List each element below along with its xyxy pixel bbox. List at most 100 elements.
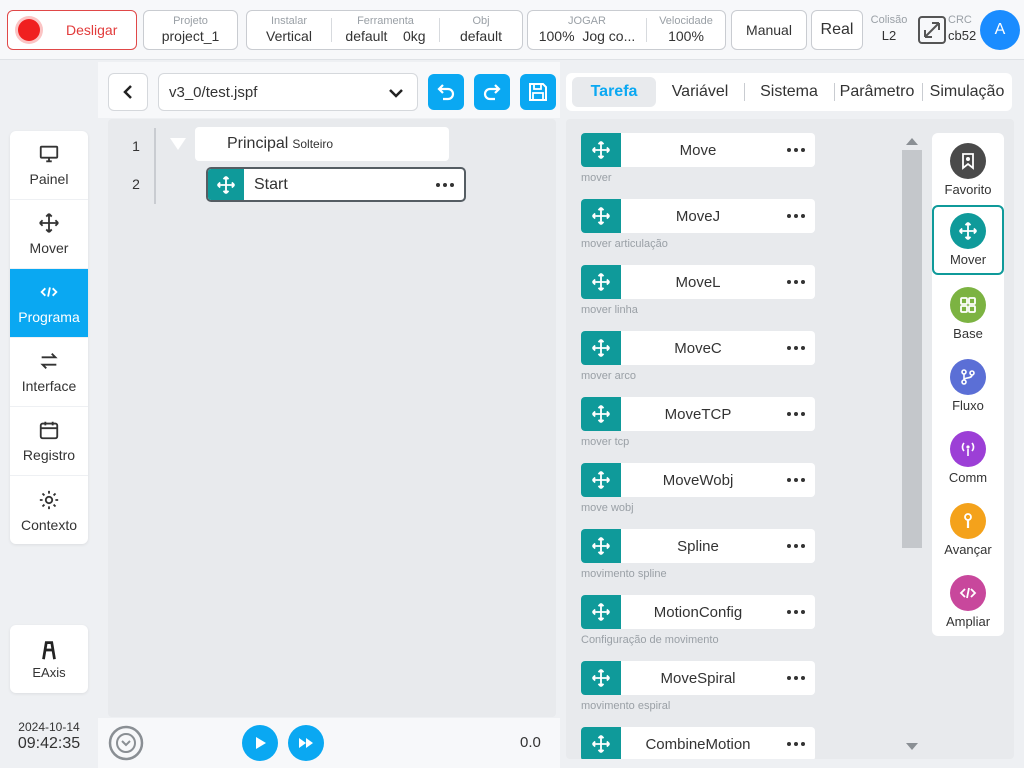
command-name: MoveTCP (664, 405, 732, 423)
gutter-divider (154, 128, 156, 204)
more-options-icon[interactable] (787, 544, 805, 548)
undo-icon (437, 84, 455, 101)
category-label: Fluxo (952, 398, 984, 413)
command-item[interactable]: MoveSpiral movimento espiral (581, 661, 815, 714)
fullscreen-icon[interactable] (917, 15, 947, 45)
antenna-icon (950, 431, 986, 467)
workobject-selector[interactable]: Obj default (440, 11, 522, 49)
undo-button[interactable] (428, 74, 464, 110)
more-options-icon[interactable] (787, 280, 805, 284)
back-button[interactable] (108, 73, 148, 111)
program-file-select[interactable]: v3_0/test.jspf (158, 73, 418, 111)
command-name: MoveSpiral (660, 669, 736, 687)
workobject-label: Obj (472, 15, 490, 27)
tab-tarefa[interactable]: Tarefa (572, 77, 656, 107)
project-selector[interactable]: Projeto project_1 (143, 10, 238, 50)
command-item[interactable]: Move mover (581, 133, 815, 186)
command-item[interactable]: MoveWobj move wobj (581, 463, 815, 516)
manual-mode-button[interactable]: Manual (731, 10, 807, 50)
command-description: move wobj (581, 502, 634, 514)
command-item[interactable]: MoveJ mover articulação (581, 199, 815, 252)
save-button[interactable] (520, 74, 556, 110)
tab-parametro[interactable]: Parâmetro (838, 77, 916, 107)
tree-node-sublabel: Solteiro (292, 137, 334, 151)
command-name: CombineMotion (645, 735, 751, 753)
install-selector[interactable]: Instalar Vertical (247, 11, 331, 49)
bookmark-icon (950, 143, 986, 179)
nav-item-programa[interactable]: Programa (10, 269, 88, 338)
command-description: mover arco (581, 370, 637, 382)
command-item[interactable]: CombineMotion (581, 727, 815, 759)
wrench-icon (950, 503, 986, 539)
more-options-icon[interactable] (787, 412, 805, 416)
tree-node-principal[interactable]: Principal Solteiro (195, 127, 449, 161)
category-mover[interactable]: Mover (932, 205, 1004, 275)
more-options-icon[interactable] (436, 182, 454, 187)
editor-footer (98, 718, 560, 768)
command-item[interactable]: Spline movimento spline (581, 529, 815, 582)
category-base[interactable]: Base (932, 279, 1004, 349)
category-comm[interactable]: Comm (932, 423, 1004, 493)
more-options-icon[interactable] (787, 346, 805, 350)
command-item[interactable]: MoveL mover linha (581, 265, 815, 318)
crc-info: CRC cb52 (948, 14, 982, 43)
command-name: MoveL (675, 273, 721, 291)
scroll-up-icon[interactable] (902, 134, 922, 148)
category-label: Base (953, 326, 983, 341)
move-icon (208, 169, 244, 200)
category-fluxo[interactable]: Fluxo (932, 351, 1004, 421)
more-options-icon[interactable] (787, 478, 805, 482)
nav-item-mover[interactable]: Mover (10, 200, 88, 269)
installation-group: Instalar Vertical Ferramenta default 0kg… (246, 10, 523, 50)
tab-simulacao[interactable]: Simulação (926, 77, 1008, 107)
nav-item-contexto[interactable]: Contexto (10, 476, 88, 544)
collapse-triangle-icon[interactable] (170, 138, 186, 150)
more-options-icon[interactable] (787, 610, 805, 614)
tool-selector[interactable]: Ferramenta default 0kg (332, 11, 439, 49)
nav-item-painel[interactable]: Painel (10, 131, 88, 200)
power-off-button[interactable]: Desligar (7, 10, 137, 50)
category-favorito[interactable]: Favorito (932, 135, 1004, 205)
command-name: Spline (677, 537, 719, 555)
tool-load: 0kg (403, 28, 426, 44)
nav-item-registro[interactable]: Registro (10, 407, 88, 476)
fast-forward-button[interactable] (288, 725, 324, 761)
eaxis-button[interactable]: EAxis (10, 625, 88, 693)
redo-button[interactable] (474, 74, 510, 110)
run-speed-readout: 0.0 (520, 734, 541, 751)
scroll-thumb[interactable] (902, 150, 922, 548)
command-item[interactable]: MotionConfig Configuração de movimento (581, 595, 815, 648)
play-button[interactable] (242, 725, 278, 761)
nav-item-interface[interactable]: Interface (10, 338, 88, 407)
more-options-icon[interactable] (787, 676, 805, 680)
command-item[interactable]: MoveTCP mover tcp (581, 397, 815, 450)
more-options-icon[interactable] (787, 148, 805, 152)
category-ampliar[interactable]: Ampliar (932, 567, 1004, 637)
collision-value: L2 (881, 28, 897, 43)
crc-label: CRC (948, 14, 972, 26)
main-navigation: Painel Mover Programa Interface Registro… (10, 131, 88, 544)
command-scrollbar[interactable] (902, 134, 922, 754)
user-avatar[interactable]: A (980, 10, 1020, 50)
command-item[interactable]: MoveC mover arco (581, 331, 815, 384)
command-name: MoveC (674, 339, 722, 357)
more-options-icon[interactable] (787, 742, 805, 746)
jog-selector[interactable]: JOGAR 100% Jog co... (528, 11, 646, 49)
real-mode-button[interactable]: Real (811, 10, 863, 50)
collision-level[interactable]: Colisão L2 (866, 14, 912, 43)
calendar-icon (39, 421, 59, 440)
speed-selector[interactable]: Velocidade 100% (647, 11, 725, 49)
block-tabs: Tarefa Variável Sistema Parâmetro Simula… (566, 73, 1012, 111)
category-avancar[interactable]: Avançar (932, 495, 1004, 565)
scroll-down-icon[interactable] (902, 740, 922, 754)
collapse-circle-icon[interactable] (108, 725, 144, 761)
more-options-icon[interactable] (787, 214, 805, 218)
command-description: movimento espiral (581, 700, 671, 712)
tab-variavel[interactable]: Variável (662, 77, 738, 107)
command-description: mover tcp (581, 436, 630, 448)
tab-sistema[interactable]: Sistema (750, 77, 828, 107)
crc-value: cb52 (948, 28, 977, 43)
line-number: 2 (132, 176, 140, 192)
category-label: Mover (949, 252, 987, 267)
tree-node-start[interactable]: Start (206, 167, 466, 202)
